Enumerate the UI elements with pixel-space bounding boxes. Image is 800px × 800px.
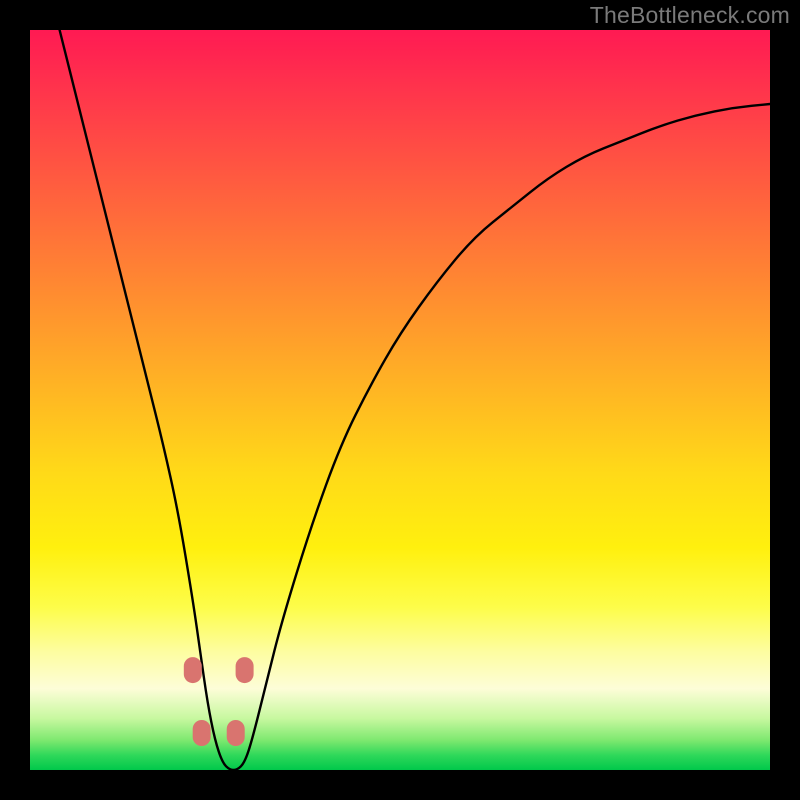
- chart-container: TheBottleneck.com: [0, 0, 800, 800]
- marker-0: [184, 657, 202, 683]
- bottleneck-curve: [60, 30, 770, 770]
- plot-area: [30, 30, 770, 770]
- watermark-text: TheBottleneck.com: [590, 2, 790, 29]
- curve-svg: [30, 30, 770, 770]
- marker-2: [227, 720, 245, 746]
- marker-3: [236, 657, 254, 683]
- marker-1: [193, 720, 211, 746]
